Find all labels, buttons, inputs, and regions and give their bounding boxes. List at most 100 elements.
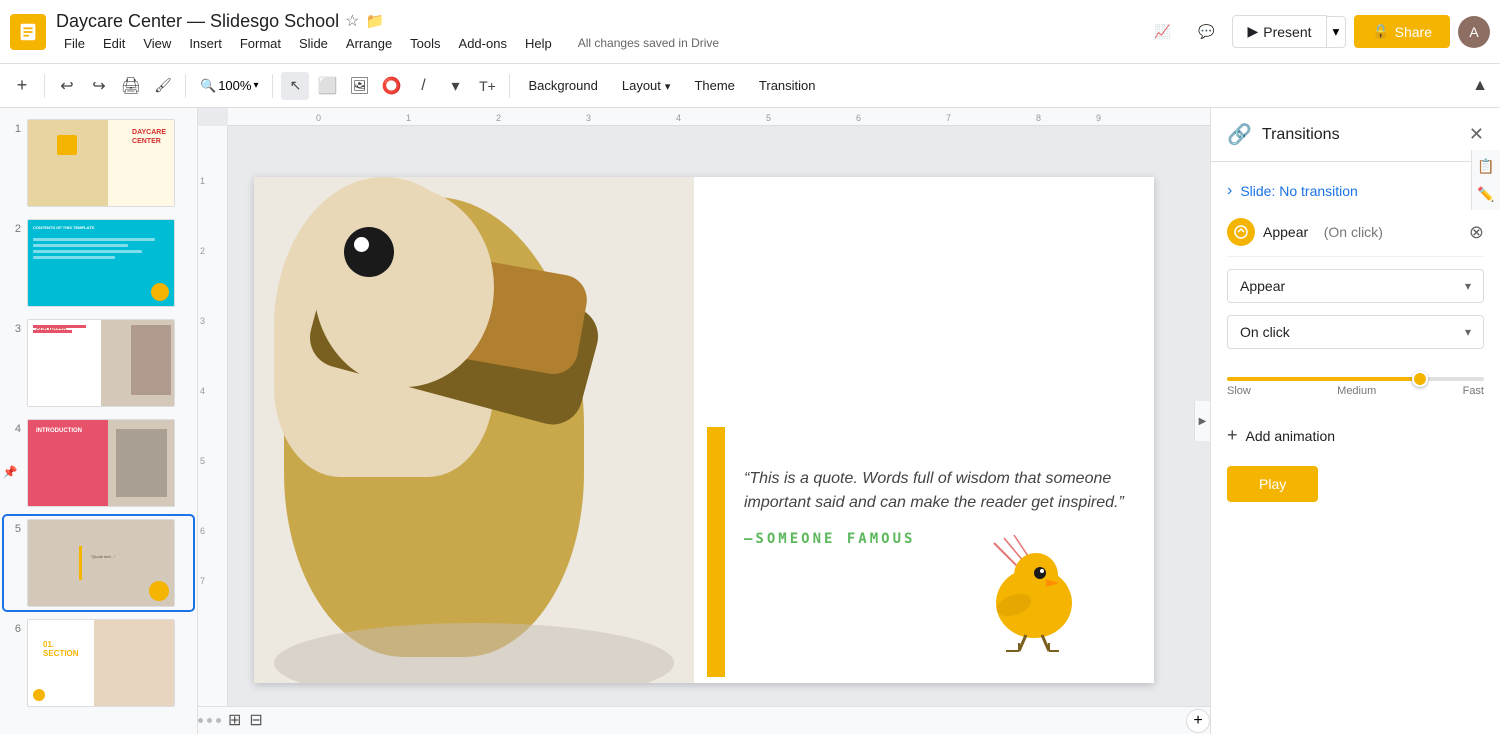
slide-thumbnail-1[interactable]: 1 DAYCARECENTER <box>4 116 193 210</box>
slide-pin-icon: 📌 <box>0 462 20 482</box>
right-edge-buttons: 📋 ✏️ <box>1471 150 1500 210</box>
extra-icon-right[interactable]: ✏️ <box>1476 184 1496 204</box>
view-buttons: ⊞ ⊟ <box>228 710 263 730</box>
slide-thumbnail-6[interactable]: 6 01.SECTION <box>4 616 193 710</box>
background-button[interactable]: Background <box>518 74 607 97</box>
toolbar: + ↩ ↪ 🖨 🖌 🔍 100% ↖ ⬜ 🖼 ⭕ / ▾ T+ Backgrou… <box>0 64 1500 108</box>
add-button[interactable]: + <box>8 72 36 100</box>
menu-file[interactable]: File <box>56 34 93 53</box>
list-view-button[interactable]: ⊟ <box>249 710 262 730</box>
menu-insert[interactable]: Insert <box>181 34 230 53</box>
print-button[interactable]: 🖨 <box>117 72 145 100</box>
bottom-bar: ⊞ ⊟ + <box>198 706 1210 734</box>
panel-body: › Slide: No transition Appear (On click)… <box>1211 162 1500 734</box>
animation-label: Appear (On click) <box>1263 224 1461 240</box>
shape-tool[interactable]: ⬜ <box>313 72 341 100</box>
transitions-panel: 🔗 Transitions ✕ › Slide: No transition <box>1210 108 1500 734</box>
add-icon: + <box>1227 425 1238 446</box>
menu-format[interactable]: Format <box>232 34 289 53</box>
panel-close-button[interactable]: ✕ <box>1469 124 1484 145</box>
slide-thumbnail-4[interactable]: 4 INTRODUCTION <box>4 416 193 510</box>
add-animation-label: Add animation <box>1246 428 1336 444</box>
panel-title: 🔗 Transitions <box>1227 122 1340 147</box>
slides-icon-right[interactable]: 📋 <box>1476 156 1496 176</box>
more-shapes[interactable]: ▾ <box>441 72 469 100</box>
add-animation-button[interactable]: + Add animation <box>1227 413 1335 458</box>
menu-addons[interactable]: Add-ons <box>451 34 515 53</box>
bottom-dot-2 <box>207 718 212 723</box>
present-icon: ▶ <box>1247 23 1258 40</box>
title-area: Daycare Center — Slidesgo School ☆ 📁 Fil… <box>56 11 727 53</box>
panel-title-text: Transitions <box>1262 126 1340 144</box>
grid-view-button[interactable]: ⊞ <box>228 710 241 730</box>
slide-canvas: “This is a quote. Words full of wisdom t… <box>254 177 1154 683</box>
animation-icon <box>1227 218 1255 246</box>
slide-img-1: DAYCARECENTER <box>27 119 175 207</box>
on-click-dropdown-value: On click <box>1240 324 1290 340</box>
redo-button[interactable]: ↪ <box>85 72 113 100</box>
appear-dropdown[interactable]: Appear <box>1227 269 1484 303</box>
menu-tools[interactable]: Tools <box>402 34 448 53</box>
slide-thumbnail-5[interactable]: 5 "Quote text..." <box>4 516 193 610</box>
speed-slider-container: Slow Medium Fast <box>1227 377 1484 397</box>
toolbar-separator-3 <box>272 74 273 98</box>
chevron-right-icon: › <box>1227 182 1232 200</box>
transition-button[interactable]: Transition <box>749 74 826 97</box>
line-tool[interactable]: / <box>409 72 437 100</box>
menu-arrange[interactable]: Arrange <box>338 34 400 53</box>
image-tool[interactable]: 🖼 <box>345 72 373 100</box>
circle-tool[interactable]: ⭕ <box>377 72 405 100</box>
speed-slider-thumb[interactable] <box>1412 371 1428 387</box>
app-icon[interactable] <box>10 14 46 50</box>
animation-delete-button[interactable]: ⊗ <box>1469 222 1484 243</box>
menu-view[interactable]: View <box>135 34 179 53</box>
speed-fast-label: Fast <box>1463 385 1484 397</box>
toolbar-collapse-button[interactable]: ▲ <box>1468 73 1492 99</box>
slide-thumbnail-3[interactable]: 3 OUR MOTTO <box>4 316 193 410</box>
user-avatar[interactable]: A <box>1458 16 1490 48</box>
menu-help[interactable]: Help <box>517 34 560 53</box>
on-click-text: On click <box>1328 224 1378 240</box>
transitions-icon: 🔗 <box>1227 122 1252 147</box>
menu-slide[interactable]: Slide <box>291 34 336 53</box>
menu-edit[interactable]: Edit <box>95 34 133 53</box>
zoom-plus-button[interactable]: + <box>1186 709 1210 733</box>
present-button[interactable]: ▶ Present <box>1232 15 1326 48</box>
share-label: Share <box>1395 24 1432 40</box>
layout-button[interactable]: Layout <box>612 74 681 97</box>
comments-icon[interactable]: 💬 <box>1188 14 1224 50</box>
select-tool[interactable]: ↖ <box>281 72 309 100</box>
appear-dropdown-container: Appear <box>1227 269 1484 303</box>
chick-illustration <box>964 523 1084 653</box>
speed-slider-track[interactable] <box>1227 377 1484 381</box>
on-click-close: ) <box>1378 224 1383 240</box>
zoom-control[interactable]: 🔍 100% <box>194 76 264 96</box>
paint-format-button[interactable]: 🖌 <box>149 72 177 100</box>
star-icon[interactable]: ☆ <box>345 11 359 31</box>
slide-num-5: 5 <box>7 519 21 535</box>
text-box-tool[interactable]: T+ <box>473 72 501 100</box>
slide-thumbnail-2[interactable]: 2 CONTENTS OF THIS TEMPLATE <box>4 216 193 310</box>
toolbar-separator-2 <box>185 74 186 98</box>
theme-button[interactable]: Theme <box>684 74 744 97</box>
appear-dropdown-value: Appear <box>1240 278 1285 294</box>
expand-panel-button[interactable]: ▶ <box>1194 401 1210 441</box>
slide-img-2: CONTENTS OF THIS TEMPLATE <box>27 219 175 307</box>
toolbar-separator-4 <box>509 74 510 98</box>
slide-num-2: 2 <box>7 219 21 235</box>
present-dropdown-button[interactable]: ▾ <box>1327 16 1347 48</box>
on-click-dropdown[interactable]: On click <box>1227 315 1484 349</box>
share-button[interactable]: 🔒 Share <box>1354 15 1450 48</box>
folder-icon[interactable]: 📁 <box>365 12 384 30</box>
slide-img-6: 01.SECTION <box>27 619 175 707</box>
canvas-area: 0 1 2 3 4 5 6 7 8 9 1 2 3 4 5 6 7 <box>198 108 1210 734</box>
on-click-dropdown-container: On click <box>1227 315 1484 349</box>
bottom-dot-3 <box>216 718 221 723</box>
play-button[interactable]: Play <box>1227 466 1318 502</box>
slide-transition-row[interactable]: › Slide: No transition <box>1227 174 1484 208</box>
save-status: All changes saved in Drive <box>570 34 727 53</box>
slide-num-6: 6 <box>7 619 21 635</box>
undo-button[interactable]: ↩ <box>53 72 81 100</box>
analytics-icon[interactable]: 📈 <box>1144 14 1180 50</box>
ruler-top: 0 1 2 3 4 5 6 7 8 9 <box>228 108 1210 126</box>
